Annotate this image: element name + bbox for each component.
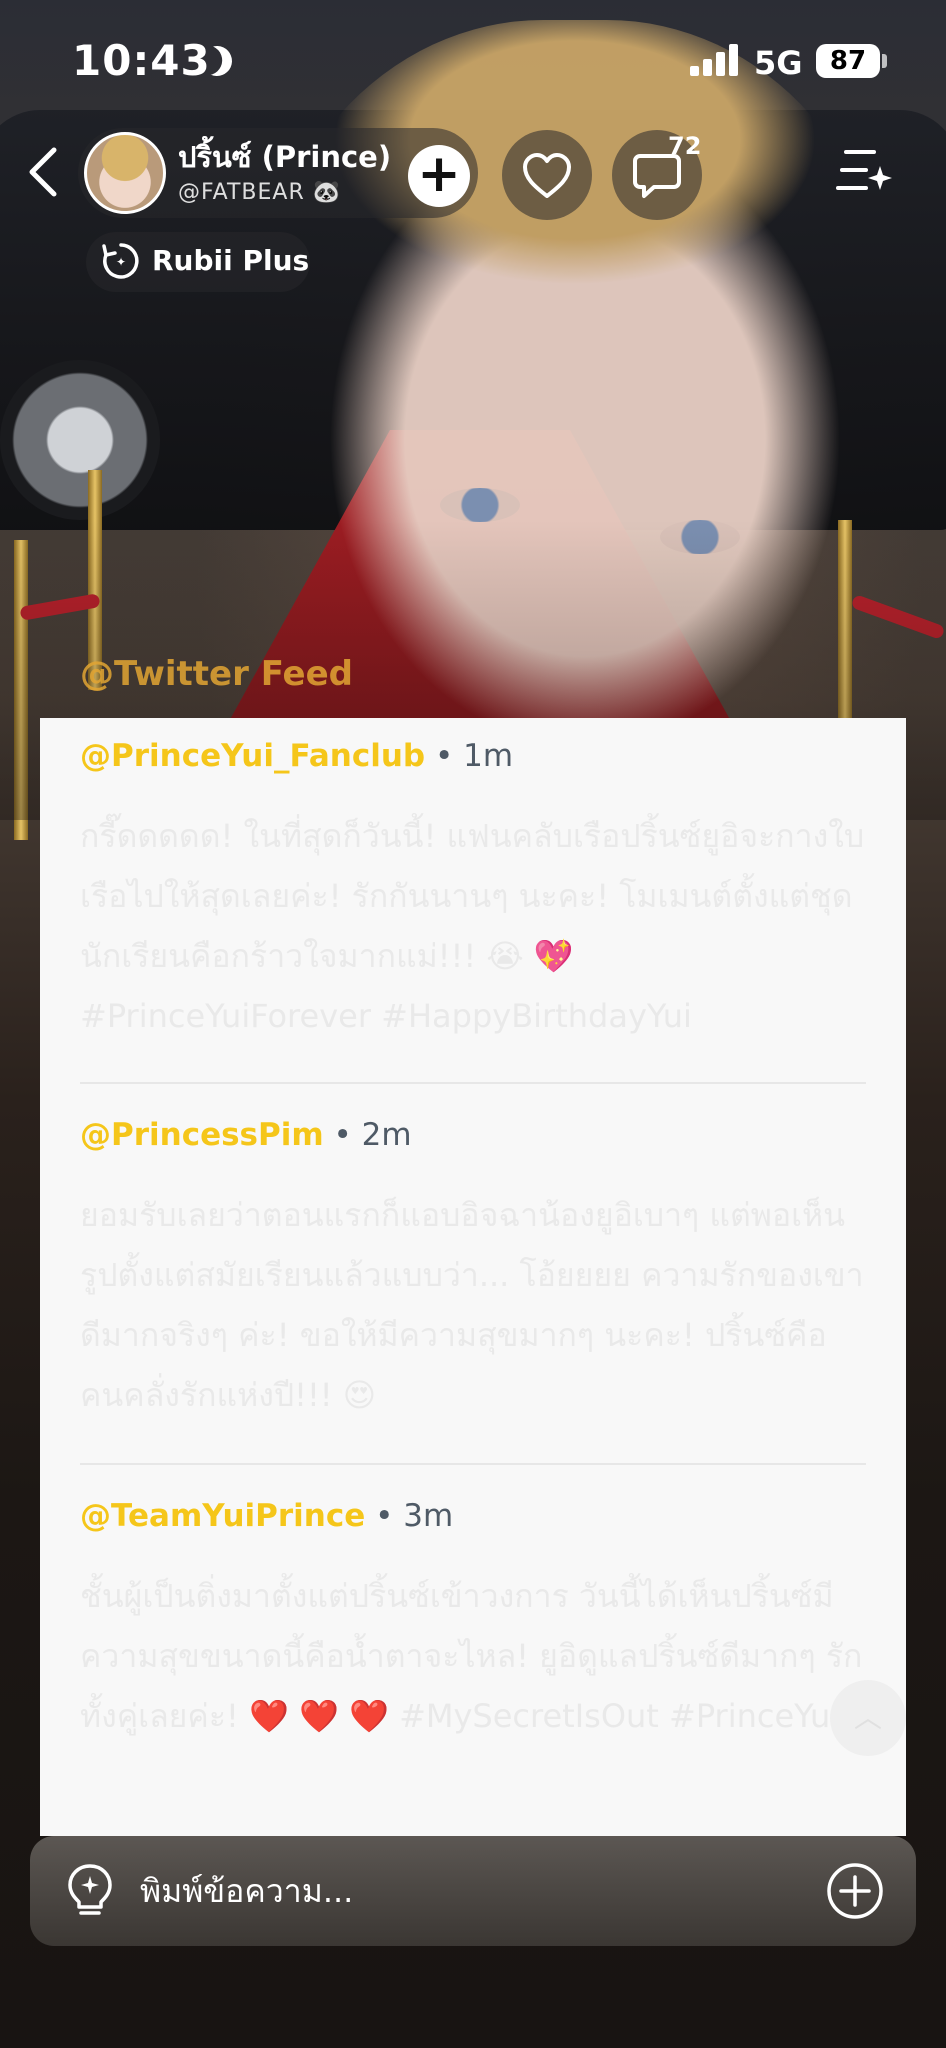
battery-tip [882,54,887,68]
back-button[interactable] [18,140,74,204]
status-bar: 10:43 5G 87 [0,0,946,120]
post-body: ยอมรับเลยว่าตอนแรกก็แอบอิจฉาน้องยูอิเบาๆ… [80,1196,864,1414]
post-divider [80,1463,866,1465]
follow-add-button[interactable]: + [408,145,470,207]
menu-button[interactable] [836,146,894,196]
post-time: • 2m [323,1117,412,1153]
profile-handle: @FATBEAR 🐼 [178,180,342,205]
avatar[interactable] [84,132,166,214]
svg-text:✦: ✦ [116,255,126,269]
post-header: @PrincessPim • 2m [80,1117,866,1153]
menu-sparkle-icon [836,150,892,190]
like-button[interactable] [502,130,592,220]
feed-post: @PrincessPim • 2m ยอมรับเลยว่าตอนแรกก็แอ… [80,1117,866,1425]
post-username[interactable]: @TeamYuiPrince [80,1498,365,1534]
post-username[interactable]: @PrincessPim [80,1117,324,1153]
chevron-left-icon [29,147,57,197]
plus-circle-icon[interactable] [826,1862,884,1920]
lightbulb-icon[interactable] [64,1862,116,1920]
heart-icon [523,153,571,198]
feed-title: @Twitter Feed [80,654,353,694]
post-time: • 1m [425,738,514,774]
feed-post: @PrinceYui_Fanclub • 1m กรี๊ดดดดด! ในที่… [80,738,866,1046]
signal-icon [690,44,740,76]
character-eye [440,488,520,522]
message-input[interactable] [140,1866,780,1916]
rubii-plus-label: Rubii Plus [152,244,310,277]
post-username[interactable]: @PrinceYui_Fanclub [80,738,425,774]
post-divider [80,1082,866,1084]
background-wheel [0,360,160,520]
post-time: • 3m [365,1498,454,1534]
battery-indicator: 87 [816,44,880,78]
feed-post: @TeamYuiPrince • 3m ชั้นผู้เป็นติ่งมาตั้… [80,1498,866,1746]
post-header: @TeamYuiPrince • 3m [80,1498,866,1534]
post-body: กรี๊ดดดดด! ในที่สุดก็วันนี้! แฟนคลับเรือ… [80,817,865,1035]
chevron-up-icon: ︿ [853,1701,882,1734]
rubii-icon: ✦ [102,243,139,279]
status-time: 10:43 [72,36,211,85]
post-body: ชั้นผู้เป็นติ่งมาตั้งแต่ปริ้นซ์เข้าวงการ… [80,1577,863,1735]
profile-name: ปริ้นซ์ (Prince) [178,140,392,174]
post-header: @PrinceYui_Fanclub • 1m [80,738,866,774]
comment-count: 72 [668,132,702,160]
scroll-top-button[interactable]: ︿ [830,1680,906,1756]
network-type: 5G [754,44,803,82]
plus-icon: + [417,144,461,204]
